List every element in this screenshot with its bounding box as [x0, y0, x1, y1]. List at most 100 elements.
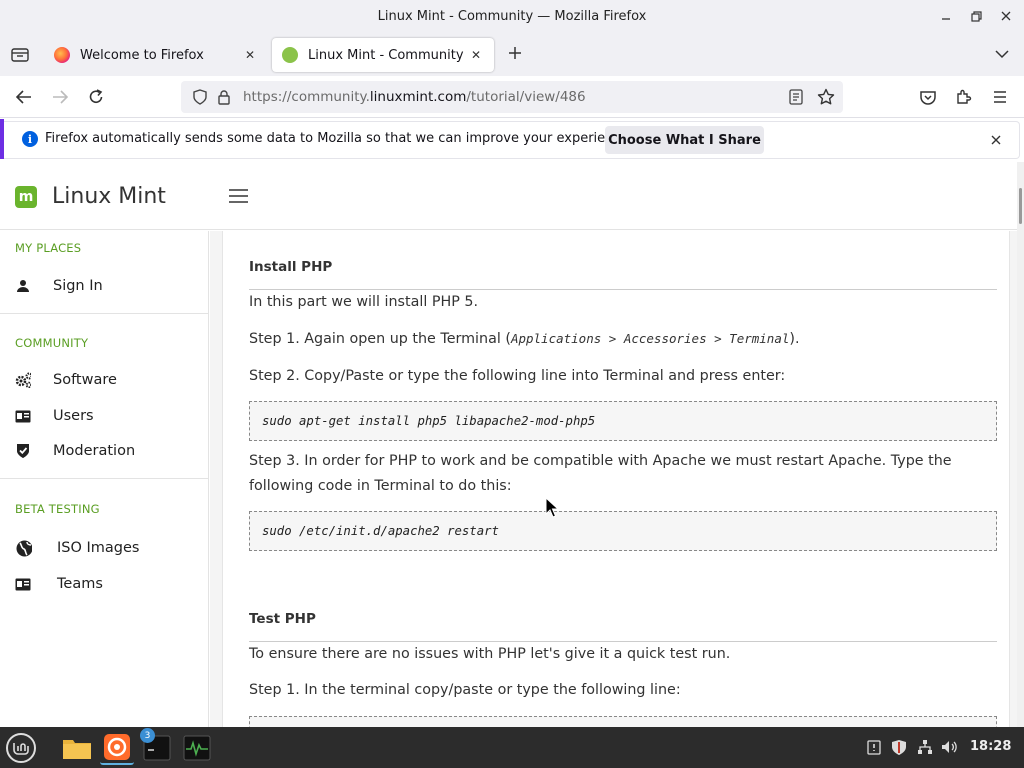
choose-what-i-share-button[interactable]: Choose What I Share	[605, 126, 764, 154]
sidebar-item-users[interactable]: Users	[0, 401, 209, 431]
minimize-button[interactable]	[936, 6, 956, 26]
paragraph: Step 1. In the terminal copy/paste or ty…	[249, 682, 681, 698]
window-titlebar: Linux Mint - Community — Mozilla Firefox	[0, 0, 1024, 32]
chevron-down-icon	[995, 50, 1009, 59]
tab-close-icon[interactable]: ✕	[242, 47, 258, 63]
pocket-icon	[920, 90, 936, 105]
taskbar: 3 18:28	[0, 727, 1024, 768]
sidebar-heading-beta-testing: BETA TESTING	[15, 502, 100, 516]
system-monitor-icon	[183, 735, 211, 761]
firefox-favicon-icon	[54, 47, 70, 63]
section-heading-test-php: Test PHP	[249, 611, 316, 627]
forward-button[interactable]	[48, 85, 72, 109]
sidebar-item-label: ISO Images	[57, 540, 140, 556]
firefox-view-button[interactable]	[8, 42, 32, 66]
tab-close-icon[interactable]: ✕	[468, 47, 484, 63]
page-scrollbar[interactable]	[1017, 162, 1024, 727]
lock-icon[interactable]	[215, 88, 233, 106]
code-block[interactable]: sudo /etc/init.d/apache2 restart	[249, 511, 997, 551]
clock[interactable]: 18:28	[970, 739, 1011, 754]
sidebar: MY PLACES Sign In COMMUNITY Software Use…	[0, 231, 209, 727]
sidebar-item-label: Software	[53, 372, 117, 388]
tab-bar: Welcome to Firefox ✕ Linux Mint - Commun…	[0, 32, 1024, 76]
update-manager-icon[interactable]	[864, 737, 884, 757]
linux-mint-menu-icon	[13, 743, 29, 755]
mouse-cursor-icon	[545, 497, 560, 518]
sidebar-heading-my-places: MY PLACES	[15, 241, 82, 255]
new-tab-button[interactable]	[504, 42, 526, 64]
forward-arrow-icon	[53, 90, 68, 104]
sidebar-item-teams[interactable]: Teams	[0, 569, 209, 599]
bookmark-star-icon[interactable]	[817, 88, 835, 106]
puzzle-piece-icon	[957, 89, 972, 104]
sidebar-toggle-button[interactable]	[229, 189, 248, 203]
url-bar[interactable]: https://community.linuxmint.com/tutorial…	[181, 81, 843, 113]
paragraph: In this part we will install PHP 5.	[249, 294, 479, 310]
taskbar-firefox-app[interactable]	[100, 731, 134, 765]
pocket-button[interactable]	[916, 85, 940, 109]
reader-view-icon[interactable]	[787, 88, 805, 106]
navigation-toolbar: https://community.linuxmint.com/tutorial…	[0, 76, 1024, 118]
info-icon: i	[22, 131, 38, 147]
tab-label: Linux Mint - Community	[308, 47, 464, 63]
article-content: Install PHP In this part we will install…	[222, 231, 1010, 727]
linux-mint-logo-icon[interactable]: m	[15, 186, 37, 208]
shield-check-icon	[15, 443, 31, 459]
tab-label: Welcome to Firefox	[80, 47, 204, 63]
folder-icon	[63, 740, 91, 759]
mint-menu-button[interactable]	[6, 733, 36, 763]
restore-icon	[970, 10, 982, 22]
hamburger-menu-icon	[994, 91, 1006, 103]
taskbar-files-app[interactable]	[60, 731, 94, 765]
inline-code: Applications > Accessories > Terminal	[510, 331, 790, 346]
site-header: m Linux Mint	[0, 162, 1017, 230]
taskbar-system-monitor-app[interactable]	[180, 731, 214, 765]
sidebar-item-software[interactable]: Software	[0, 365, 209, 395]
sidebar-item-iso-images[interactable]: ISO Images	[0, 533, 209, 563]
window-title: Linux Mint - Community — Mozilla Firefox	[377, 8, 647, 24]
linux-mint-favicon-icon	[282, 47, 298, 63]
tracking-protection-shield-icon[interactable]	[191, 88, 209, 106]
sidebar-item-label: Teams	[57, 576, 103, 592]
security-shield-icon[interactable]	[889, 737, 909, 757]
code-block[interactable]: sudo apt-get install php5 libapache2-mod…	[249, 401, 997, 441]
paragraph: Step 3. In order for PHP to work and be …	[249, 453, 952, 494]
web-page: m Linux Mint MY PLACES Sign In COMMUNITY…	[0, 162, 1024, 727]
sidebar-item-moderation[interactable]: Moderation	[0, 436, 209, 466]
gears-icon	[15, 372, 31, 388]
volume-icon[interactable]	[940, 737, 960, 757]
close-window-button[interactable]	[996, 6, 1016, 26]
user-icon	[15, 278, 31, 294]
close-icon	[991, 135, 1001, 145]
notification-message: Firefox automatically sends some data to…	[45, 131, 633, 146]
window-count-badge: 3	[140, 728, 155, 743]
paragraph: To ensure there are no issues with PHP l…	[249, 646, 731, 662]
id-card-icon	[15, 408, 31, 424]
reload-icon	[89, 89, 103, 103]
network-icon[interactable]	[915, 737, 935, 757]
paragraph: Step 2. Copy/Paste or type the following…	[249, 368, 786, 384]
sidebar-item-sign-in[interactable]: Sign In	[0, 271, 209, 301]
tab-welcome-firefox[interactable]: Welcome to Firefox ✕	[44, 38, 268, 72]
code-block[interactable]	[249, 716, 997, 727]
back-button[interactable]	[12, 85, 36, 109]
reload-button[interactable]	[84, 85, 108, 109]
list-all-tabs-button[interactable]	[992, 44, 1012, 64]
firefox-icon	[104, 734, 130, 760]
id-card-icon	[15, 576, 31, 592]
scrollbar-thumb[interactable]	[1019, 188, 1022, 224]
close-icon	[1001, 11, 1011, 21]
url-text[interactable]: https://community.linuxmint.com/tutorial…	[243, 89, 781, 105]
app-menu-button[interactable]	[988, 85, 1012, 109]
maximize-button[interactable]	[966, 6, 986, 26]
back-arrow-icon	[16, 90, 31, 104]
sidebar-heading-community: COMMUNITY	[15, 336, 89, 350]
plus-icon	[509, 47, 521, 59]
extensions-button[interactable]	[952, 85, 976, 109]
sidebar-item-label: Users	[53, 408, 94, 424]
site-title[interactable]: Linux Mint	[52, 184, 166, 209]
tab-linux-mint-community[interactable]: Linux Mint - Community ✕	[272, 38, 494, 72]
notification-close-button[interactable]	[987, 131, 1005, 149]
paragraph: Step 1. Again open up the Terminal (Appl…	[249, 331, 800, 347]
minimize-icon	[942, 18, 950, 20]
